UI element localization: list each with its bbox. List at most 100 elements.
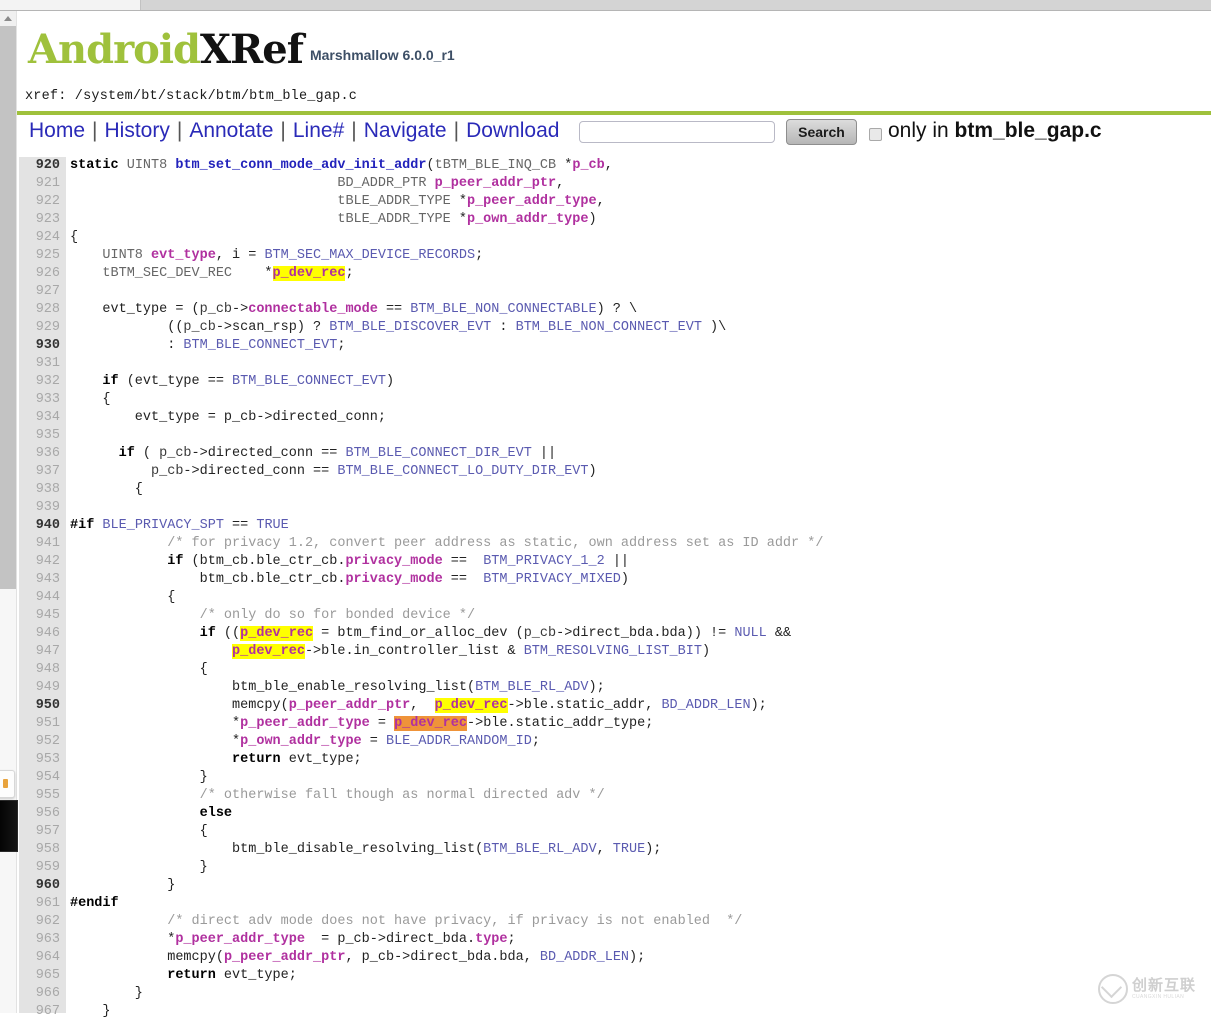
line-number[interactable]: 960: [17, 877, 64, 895]
code-line: 923 tBLE_ADDR_TYPE *p_own_addr_type): [17, 211, 1211, 229]
line-number[interactable]: 927: [17, 283, 64, 301]
search-input[interactable]: [579, 121, 775, 143]
code-line: 967 }: [17, 1003, 1211, 1021]
line-source: }: [70, 878, 176, 893]
line-number[interactable]: 942: [17, 553, 64, 571]
line-source: return evt_type;: [167, 968, 297, 983]
code-line: 922 tBLE_ADDR_TYPE *p_peer_addr_type,: [17, 193, 1211, 211]
line-source: if ( p_cb->directed_conn == BTM_BLE_CONN…: [118, 446, 557, 461]
line-number[interactable]: 967: [17, 1003, 64, 1021]
line-number[interactable]: 955: [17, 787, 64, 805]
scroll-up-button[interactable]: [0, 11, 16, 26]
nav-link-navigate[interactable]: Navigate: [364, 119, 447, 142]
android-version-label: Marshmallow 6.0.0_r1: [309, 47, 455, 63]
line-number[interactable]: 929: [17, 319, 64, 337]
line-number[interactable]: 920: [17, 157, 64, 175]
line-number[interactable]: 939: [17, 499, 64, 517]
nav-link-annotate[interactable]: Annotate: [189, 119, 273, 142]
line-number[interactable]: 953: [17, 751, 64, 769]
line-source: else: [199, 806, 233, 821]
site-logo[interactable]: AndroidXRef Marshmallow 6.0.0_r1: [28, 26, 455, 73]
line-number[interactable]: 935: [17, 427, 64, 445]
line-source: tBTM_SEC_DEV_REC *p_dev_rec;: [102, 266, 354, 281]
code-line: 952 *p_own_addr_type = BLE_ADDR_RANDOM_I…: [17, 733, 1211, 751]
line-number[interactable]: 959: [17, 859, 64, 877]
line-source: : BTM_BLE_CONNECT_EVT;: [70, 338, 346, 353]
scrollbar-thumb[interactable]: [0, 26, 16, 589]
line-number[interactable]: 962: [17, 913, 64, 931]
line-number[interactable]: 954: [17, 769, 64, 787]
line-number[interactable]: 945: [17, 607, 64, 625]
page-root: AndroidXRef Marshmallow 6.0.0_r1 xref: /s…: [0, 0, 1211, 1019]
line-number[interactable]: 932: [17, 373, 64, 391]
code-line: 943 btm_cb.ble_ctr_cb.privacy_mode == BT…: [17, 571, 1211, 589]
line-number[interactable]: 943: [17, 571, 64, 589]
line-number[interactable]: 952: [17, 733, 64, 751]
code-line: 964 memcpy(p_peer_addr_ptr, p_cb->direct…: [17, 949, 1211, 967]
line-source: btm_cb.ble_ctr_cb.privacy_mode == BTM_PR…: [70, 572, 630, 587]
line-number[interactable]: 928: [17, 301, 64, 319]
code-line: 954 }: [17, 769, 1211, 787]
side-widget-badge[interactable]: [0, 770, 15, 798]
nav-link-history[interactable]: History: [105, 119, 170, 142]
browser-tab-strip: [0, 0, 1211, 11]
nav-link-home[interactable]: Home: [29, 119, 85, 142]
code-line: 946 if ((p_dev_rec = btm_find_or_alloc_d…: [17, 625, 1211, 643]
code-line: 928 evt_type = (p_cb->connectable_mode =…: [17, 301, 1211, 319]
line-number[interactable]: 936: [17, 445, 64, 463]
nav-link-linenum[interactable]: Line#: [293, 119, 344, 142]
line-number[interactable]: 947: [17, 643, 64, 661]
line-source: {: [70, 230, 79, 245]
line-number[interactable]: 957: [17, 823, 64, 841]
line-number[interactable]: 933: [17, 391, 64, 409]
line-number[interactable]: 925: [17, 247, 64, 265]
code-line: 927: [17, 283, 1211, 301]
browser-tab[interactable]: [0, 0, 141, 10]
only-in-file-checkbox[interactable]: [869, 128, 882, 141]
code-line: 920 static UINT8 btm_set_conn_mode_adv_in…: [17, 157, 1211, 175]
line-number[interactable]: 944: [17, 589, 64, 607]
line-number[interactable]: 922: [17, 193, 64, 211]
line-number[interactable]: 965: [17, 967, 64, 985]
line-number[interactable]: 924: [17, 229, 64, 247]
line-number[interactable]: 956: [17, 805, 64, 823]
side-black-panel[interactable]: [0, 800, 18, 852]
line-number[interactable]: 958: [17, 841, 64, 859]
line-number[interactable]: 926: [17, 265, 64, 283]
nav-separator: |: [453, 119, 460, 142]
line-number[interactable]: 948: [17, 661, 64, 679]
watermark-logo-icon: [1098, 974, 1128, 1004]
line-source: if (btm_cb.ble_ctr_cb.privacy_mode == BT…: [167, 554, 630, 569]
line-number[interactable]: 946: [17, 625, 64, 643]
line-source: }: [70, 1004, 111, 1019]
nav-separator: |: [176, 119, 183, 142]
line-number[interactable]: 966: [17, 985, 64, 1003]
line-number[interactable]: 938: [17, 481, 64, 499]
line-number[interactable]: 940: [17, 517, 64, 535]
line-number[interactable]: 931: [17, 355, 64, 373]
line-number[interactable]: 963: [17, 931, 64, 949]
nav-link-download[interactable]: Download: [466, 119, 559, 142]
line-number[interactable]: 964: [17, 949, 64, 967]
line-number[interactable]: 930: [17, 337, 64, 355]
search-button[interactable]: Search: [786, 119, 857, 145]
line-source: static UINT8 btm_set_conn_mode_adv_init_…: [70, 158, 613, 173]
line-number[interactable]: 937: [17, 463, 64, 481]
nav-links: Home | History | Annotate | Line# | Navigate | Dow…: [29, 119, 559, 143]
line-number[interactable]: 921: [17, 175, 64, 193]
code-line: 953 return evt_type;: [17, 751, 1211, 769]
line-number[interactable]: 941: [17, 535, 64, 553]
line-source: }: [70, 860, 208, 875]
code-line: 938 {: [17, 481, 1211, 499]
line-number[interactable]: 951: [17, 715, 64, 733]
line-number[interactable]: 949: [17, 679, 64, 697]
line-number[interactable]: 950: [17, 697, 64, 715]
vertical-scrollbar[interactable]: [0, 11, 17, 1013]
code-line: 941 /* for privacy 1.2, convert peer add…: [17, 535, 1211, 553]
line-number[interactable]: 961: [17, 895, 64, 913]
line-number[interactable]: 923: [17, 211, 64, 229]
code-line: 948 {: [17, 661, 1211, 679]
chevron-up-icon: [4, 16, 12, 21]
line-source: ((p_cb->scan_rsp) ? BTM_BLE_DISCOVER_EVT…: [70, 320, 727, 335]
line-number[interactable]: 934: [17, 409, 64, 427]
